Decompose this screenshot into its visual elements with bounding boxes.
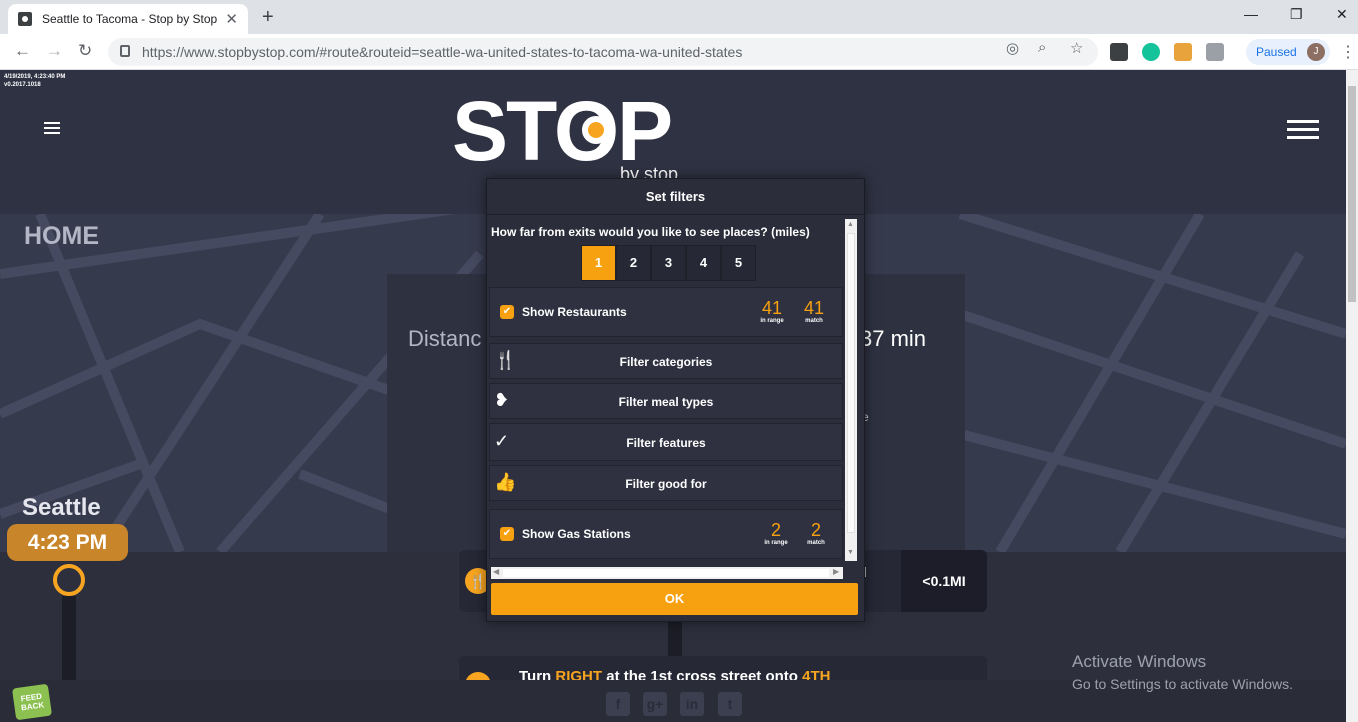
back-arrow-icon[interactable]: ← [14, 41, 31, 61]
browser-tab[interactable]: Seattle to Tacoma - Stop by Stop ✕ [8, 4, 248, 34]
restaurants-in-range: 41 in range [760, 298, 784, 324]
browser-tab-bar: Seattle to Tacoma - Stop by Stop ✕ + — ❐… [0, 0, 1358, 34]
origin-time-badge: 4:23 PM [7, 524, 128, 561]
lock-icon [120, 45, 130, 57]
site-logo[interactable]: STOP [452, 86, 673, 176]
grammarly-icon[interactable] [1142, 43, 1160, 61]
mile-option-5[interactable]: 5 [721, 245, 756, 281]
profile-status: Paused [1256, 45, 1297, 59]
avatar: J [1307, 43, 1325, 61]
restaurants-label: Show Restaurants [522, 305, 627, 319]
twitter-icon[interactable]: t [718, 692, 742, 716]
dialog-scroll-thumb[interactable] [847, 233, 855, 533]
scroll-left-icon[interactable]: ◀ [493, 567, 499, 576]
page-content: 4/19/2019, 4:23:40 PM v0.2017.1018 STOP … [0, 70, 1346, 722]
location-icon[interactable]: ◎ [1006, 39, 1019, 57]
version: v0.2017.1018 [4, 82, 41, 88]
distance-label: Distanc [408, 326, 482, 351]
mile-option-1[interactable]: 1 [581, 245, 616, 281]
extension-key-icon[interactable] [1174, 43, 1192, 61]
google-plus-icon[interactable]: g+ [643, 692, 667, 716]
forward-arrow-icon[interactable]: → [46, 41, 63, 61]
maximize-button[interactable]: ❐ [1290, 6, 1303, 23]
reload-icon[interactable]: ↻ [78, 41, 92, 61]
hamburger-menu-icon[interactable] [44, 122, 60, 134]
window-close-button[interactable]: ✕ [1336, 6, 1348, 23]
restaurants-toggle-row[interactable]: ✔ Show Restaurants 41 in range 41 match [489, 287, 843, 337]
filter-meal-types-row[interactable]: ❥ Filter meal types [489, 383, 843, 419]
tab-title: Seattle to Tacoma - Stop by Stop [42, 12, 218, 26]
build-stamp: 4/19/2019, 4:23:40 PM v0.2017.1018 [4, 73, 65, 89]
gas-checkbox[interactable]: ✔ [500, 527, 514, 541]
tab-close-icon[interactable]: ✕ [225, 10, 238, 28]
scroll-up-icon[interactable]: ▲ [847, 221, 854, 228]
linkedin-icon[interactable]: in [680, 692, 704, 716]
activate-windows-notice: Activate Windows Go to Settings to activ… [1072, 652, 1293, 692]
route-connector [668, 618, 682, 658]
dialog-hscroll-thumb[interactable] [503, 569, 829, 577]
filter-good-for-row[interactable]: 👍 Filter good for [489, 465, 843, 501]
filter-categories-label: Filter categories [619, 355, 713, 369]
mile-option-2[interactable]: 2 [616, 245, 651, 281]
activate-subtitle: Go to Settings to activate Windows. [1072, 676, 1293, 692]
gas-toggle-row[interactable]: ✔ Show Gas Stations 2 in range 2 match [489, 509, 843, 559]
dialog-horizontal-scrollbar[interactable]: ◀ ▶ [491, 567, 843, 579]
restaurants-match: 41 match [803, 298, 825, 324]
menu-kebab-icon[interactable]: ⋮ [1340, 42, 1356, 62]
filters-dialog: Set filters How far from exits would you… [486, 178, 865, 622]
page-scrollbar[interactable] [1346, 70, 1358, 722]
browser-toolbar: ← → ↻ https://www.stopbystop.com/#route&… [0, 34, 1358, 70]
zoom-icon[interactable]: ⌕ [1038, 39, 1046, 56]
distance-question: How far from exits would you like to see… [491, 225, 810, 239]
gas-match: 2 match [807, 520, 825, 546]
camera-icon[interactable] [1206, 43, 1224, 61]
profile-button[interactable]: Paused J [1246, 39, 1330, 65]
filter-good-for-label: Filter good for [625, 477, 707, 491]
facebook-icon[interactable]: f [606, 692, 630, 716]
activate-title: Activate Windows [1072, 652, 1207, 671]
gas-label: Show Gas Stations [522, 527, 631, 541]
address-bar[interactable]: https://www.stopbystop.com/#route&routei… [108, 38, 1098, 66]
filter-categories-row[interactable]: 🍴 Filter categories [489, 343, 843, 379]
gas-in-range: 2 in range [764, 520, 788, 546]
mile-selector: 1 2 3 4 5 [581, 245, 756, 281]
logo-pin-icon [582, 116, 610, 144]
scrollbar-thumb[interactable] [1348, 86, 1356, 302]
mile-option-4[interactable]: 4 [686, 245, 721, 281]
duration-value: 37 min [860, 326, 927, 351]
dialog-vertical-scrollbar[interactable]: ▲ ▼ [845, 219, 857, 561]
bookmark-star-icon[interactable]: ☆ [1070, 39, 1083, 57]
filter-features-label: Filter features [626, 436, 706, 450]
scroll-down-icon[interactable]: ▼ [847, 549, 854, 556]
filter-sliders-icon[interactable] [1287, 120, 1319, 146]
mile-option-3[interactable]: 3 [651, 245, 686, 281]
filter-meal-types-label: Filter meal types [618, 395, 714, 409]
minimize-button[interactable]: — [1244, 6, 1258, 22]
favicon-icon [18, 12, 32, 26]
new-tab-button[interactable]: + [262, 6, 274, 29]
route-start-icon [53, 564, 85, 596]
ok-button[interactable]: OK [491, 583, 858, 615]
origin-city: Seattle [22, 494, 101, 521]
filter-features-row[interactable]: ✓ Filter features [489, 423, 843, 461]
scroll-right-icon[interactable]: ▶ [833, 567, 839, 576]
timestamp: 4/19/2019, 4:23:40 PM [4, 74, 66, 80]
dialog-body: How far from exits would you like to see… [489, 219, 845, 569]
restaurants-checkbox[interactable]: ✔ [500, 305, 514, 319]
url-text: https://www.stopbystop.com/#route&routei… [142, 44, 743, 60]
dialog-title: Set filters [487, 179, 864, 215]
extension-icon[interactable] [1110, 43, 1128, 61]
feedback-button[interactable]: FEED BACK [11, 683, 53, 721]
home-link[interactable]: HOME [24, 222, 99, 251]
step-distance: <0.1MI [901, 550, 987, 612]
